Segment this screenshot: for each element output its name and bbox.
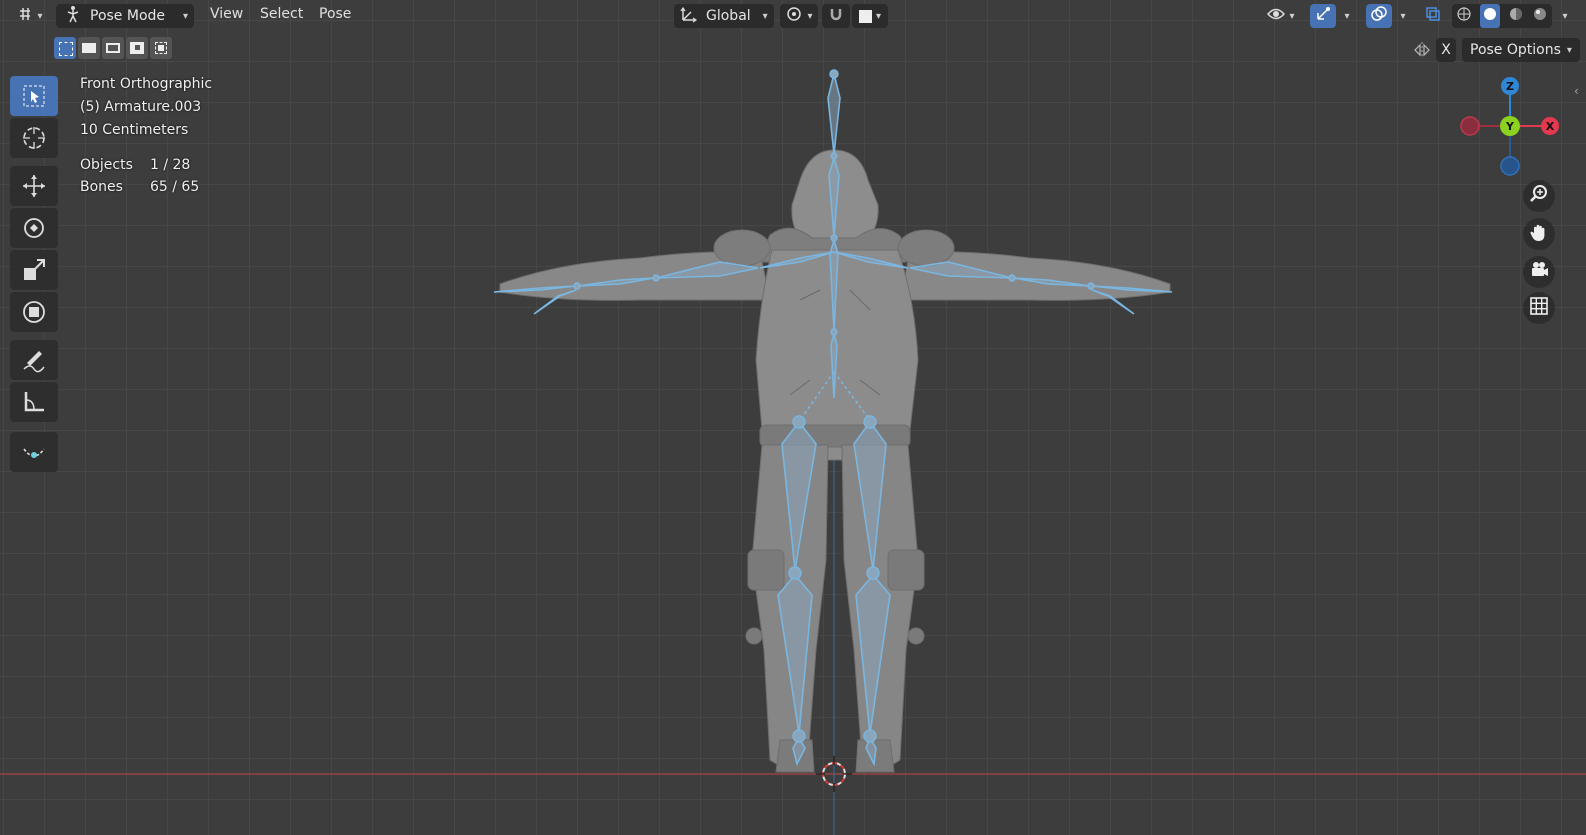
pivot-point-button[interactable]: ▾ [780,4,818,28]
stat-bones-label: Bones [80,179,123,195]
select-new-icon [59,42,73,56]
gizmo-icon [1315,6,1331,26]
chevron-down-icon: ▾ [183,10,189,22]
hand-icon [1529,222,1549,246]
select-extend-button[interactable] [78,37,100,59]
overlays-icon [1371,6,1387,26]
material-shading-icon[interactable] [1508,6,1524,26]
active-object: (5) Armature.003 [80,99,202,115]
wireframe-shading-icon[interactable] [1456,6,1472,26]
grid-scale: 10 Centimeters [80,122,189,138]
relax-icon [21,439,47,465]
rotate-icon [21,215,47,241]
stat-objects-value: 1 / 28 [150,157,191,173]
menu-pose[interactable]: Pose [319,6,351,22]
grid-editor-icon [17,6,33,26]
xray-toggle[interactable] [1420,4,1446,28]
select-box-tool[interactable] [10,76,58,116]
square-snap-icon [858,9,872,23]
snap-toggle[interactable] [822,4,850,28]
chevron-down-icon: ▾ [1344,10,1350,22]
camera-icon [1529,260,1549,284]
selection-mode-group [54,37,172,61]
pan-button[interactable] [1523,218,1555,250]
view-name: Front Orthographic [80,76,213,92]
measure-tool[interactable] [10,382,58,422]
menu-view[interactable]: View [210,6,243,22]
cursor-tool[interactable] [10,118,58,158]
pose-options-dropdown[interactable]: Pose Options ▾ [1462,38,1580,62]
overlays-toggle[interactable] [1366,4,1392,28]
move-icon [21,173,47,199]
x-mirror-toggle[interactable]: X [1436,38,1456,62]
stat-objects-label: Objects [80,157,133,173]
stat-bones-value: 65 / 65 [150,179,200,195]
pose-mode-icon [64,5,82,27]
editor-type-button[interactable]: ▾ [12,4,48,28]
measure-icon [22,390,46,414]
sidebar-toggle-icon[interactable]: ‹ [1574,84,1579,98]
viewport-scene [0,69,1586,835]
shading-mode-group [1452,4,1552,28]
bone-head-top [827,73,841,155]
select-subtract-button[interactable] [102,37,124,59]
chevron-down-icon: ▾ [1400,10,1406,22]
mode-label: Pose Mode [90,8,166,24]
navigation-gizmo[interactable]: Z X Y [1460,74,1570,184]
magnet-icon [828,6,844,26]
overlays-dropdown[interactable]: ▾ [1392,4,1410,28]
gizmo-z-negative [1500,156,1520,176]
cursor-icon [21,125,47,151]
chevron-down-icon: ▾ [875,10,882,22]
grid-icon [1529,296,1549,320]
zoom-button[interactable] [1523,180,1555,212]
eye-icon [1267,7,1286,25]
gizmo-toggle[interactable] [1310,4,1336,28]
relax-tool[interactable] [10,432,58,472]
chevron-down-icon: ▾ [762,10,768,22]
select-extend-icon [82,43,96,53]
gizmo-y-label: Y [1505,120,1515,133]
orientation-label: Global [706,8,751,24]
gizmo-dropdown[interactable]: ▾ [1336,4,1354,28]
rotate-tool[interactable] [10,208,58,248]
xray-icon [1425,6,1441,26]
visibility-button[interactable]: ▾ [1262,4,1300,28]
select-invert-button[interactable] [126,37,148,59]
transform-orientation-selector[interactable]: Global ▾ [674,4,774,28]
chevron-down-icon: ▾ [1566,44,1572,56]
select-box-icon [22,84,46,108]
scale-tool[interactable] [10,250,58,290]
select-new-button[interactable] [54,37,76,59]
ortho-toggle-button[interactable] [1523,292,1555,324]
rendered-shading-icon[interactable] [1532,6,1548,26]
select-intersect-button[interactable] [150,37,172,59]
transform-icon [21,299,47,325]
gizmo-x-label: X [1546,120,1555,133]
scale-icon [22,258,46,282]
mode-selector[interactable]: Pose Mode ▾ [56,4,194,28]
viewport-header: ▾ Pose Mode ▾ View Select Pose Global ▾ … [0,0,1586,32]
gizmo-z-label: Z [1506,80,1514,93]
annotate-icon [21,347,47,373]
chevron-down-icon: ▾ [807,10,813,22]
chevron-down-icon: ▾ [1562,10,1568,22]
chevron-down-icon: ▾ [1289,10,1295,22]
transform-tool[interactable] [10,292,58,332]
gizmo-x-negative [1460,116,1480,136]
chevron-down-icon: ▾ [37,10,43,22]
annotate-tool[interactable] [10,340,58,380]
orientation-icon [680,5,698,27]
shading-dropdown[interactable]: ▾ [1554,4,1572,28]
zoom-icon [1529,184,1549,208]
select-subtract-icon [106,43,120,53]
menu-select[interactable]: Select [260,6,303,22]
pose-options-label: Pose Options [1470,42,1561,58]
solid-shading-icon[interactable] [1480,4,1500,28]
move-tool[interactable] [10,166,58,206]
snap-target-button[interactable]: ▾ [852,4,888,28]
pivot-icon [785,5,803,27]
camera-view-button[interactable] [1523,256,1555,288]
mirror-icon[interactable] [1412,40,1432,60]
